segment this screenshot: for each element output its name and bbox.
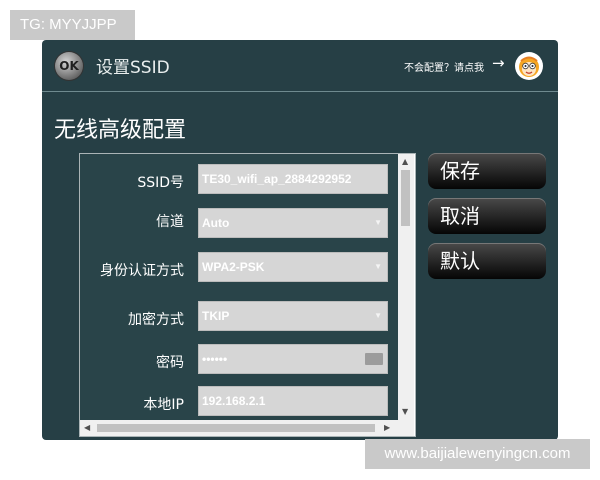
vertical-scroll-thumb[interactable] — [401, 170, 410, 226]
channel-select[interactable]: Auto ▼ — [198, 208, 388, 238]
auth-label: 身份认证方式 — [100, 263, 184, 279]
ssid-label: SSID号 — [137, 175, 184, 191]
channel-label: 信道 — [156, 214, 184, 230]
password-label: 密码 — [156, 355, 184, 371]
channel-value: Auto — [202, 216, 230, 230]
local-ip-input[interactable]: 192.168.2.1 — [198, 386, 388, 416]
password-input[interactable]: •••••• — [198, 344, 388, 374]
default-button[interactable]: 默认 — [428, 243, 546, 279]
encryption-label: 加密方式 — [128, 312, 184, 328]
vertical-scrollbar[interactable]: ▲ ▼ — [398, 154, 414, 420]
config-form: SSID号 TE30_wifi_ap_2884292952 信道 Auto ▼ … — [79, 153, 416, 437]
settings-panel: OK 设置SSID 不会配置？请点我 → 无线高级配置 SSID号 TE30_w… — [42, 40, 558, 440]
arrow-right-icon[interactable]: → — [492, 54, 505, 72]
cancel-button[interactable]: 取消 — [428, 198, 546, 234]
horizontal-scrollbar[interactable]: ◀ ▶ — [80, 420, 414, 436]
form-scroll-area: SSID号 TE30_wifi_ap_2884292952 信道 Auto ▼ … — [80, 154, 398, 420]
auth-select[interactable]: WPA2-PSK ▼ — [198, 252, 388, 282]
ssid-input[interactable]: TE30_wifi_ap_2884292952 — [198, 164, 388, 194]
chevron-down-icon: ▼ — [374, 311, 382, 320]
horizontal-scroll-thumb[interactable] — [97, 424, 375, 432]
title-bar: OK 设置SSID 不会配置？请点我 → — [42, 40, 558, 92]
chevron-down-icon: ▼ — [374, 262, 382, 271]
keyboard-icon[interactable] — [365, 353, 383, 365]
encryption-select[interactable]: TKIP ▼ — [198, 301, 388, 331]
window-title: 设置SSID — [96, 58, 170, 78]
save-button[interactable]: 保存 — [428, 153, 546, 189]
scroll-up-icon[interactable]: ▲ — [402, 158, 408, 166]
scroll-right-icon[interactable]: ▶ — [384, 424, 390, 432]
encryption-value: TKIP — [202, 309, 230, 323]
auth-value: WPA2-PSK — [202, 260, 265, 274]
watermark-bottom: www.baijialewenyingcn.com — [365, 439, 590, 469]
local-ip-label: 本地IP — [143, 397, 184, 413]
password-value: •••••• — [202, 352, 228, 366]
scroll-down-icon[interactable]: ▼ — [402, 408, 408, 416]
ok-icon[interactable]: OK — [55, 52, 83, 80]
help-link[interactable]: 不会配置？请点我 — [404, 59, 484, 74]
scroll-left-icon[interactable]: ◀ — [84, 424, 90, 432]
chevron-down-icon: ▼ — [374, 218, 382, 227]
watermark-top: TG: MYYJJPP — [10, 10, 135, 40]
page-title: 无线高级配置 — [54, 118, 187, 143]
cartoon-face-icon[interactable] — [515, 52, 543, 80]
